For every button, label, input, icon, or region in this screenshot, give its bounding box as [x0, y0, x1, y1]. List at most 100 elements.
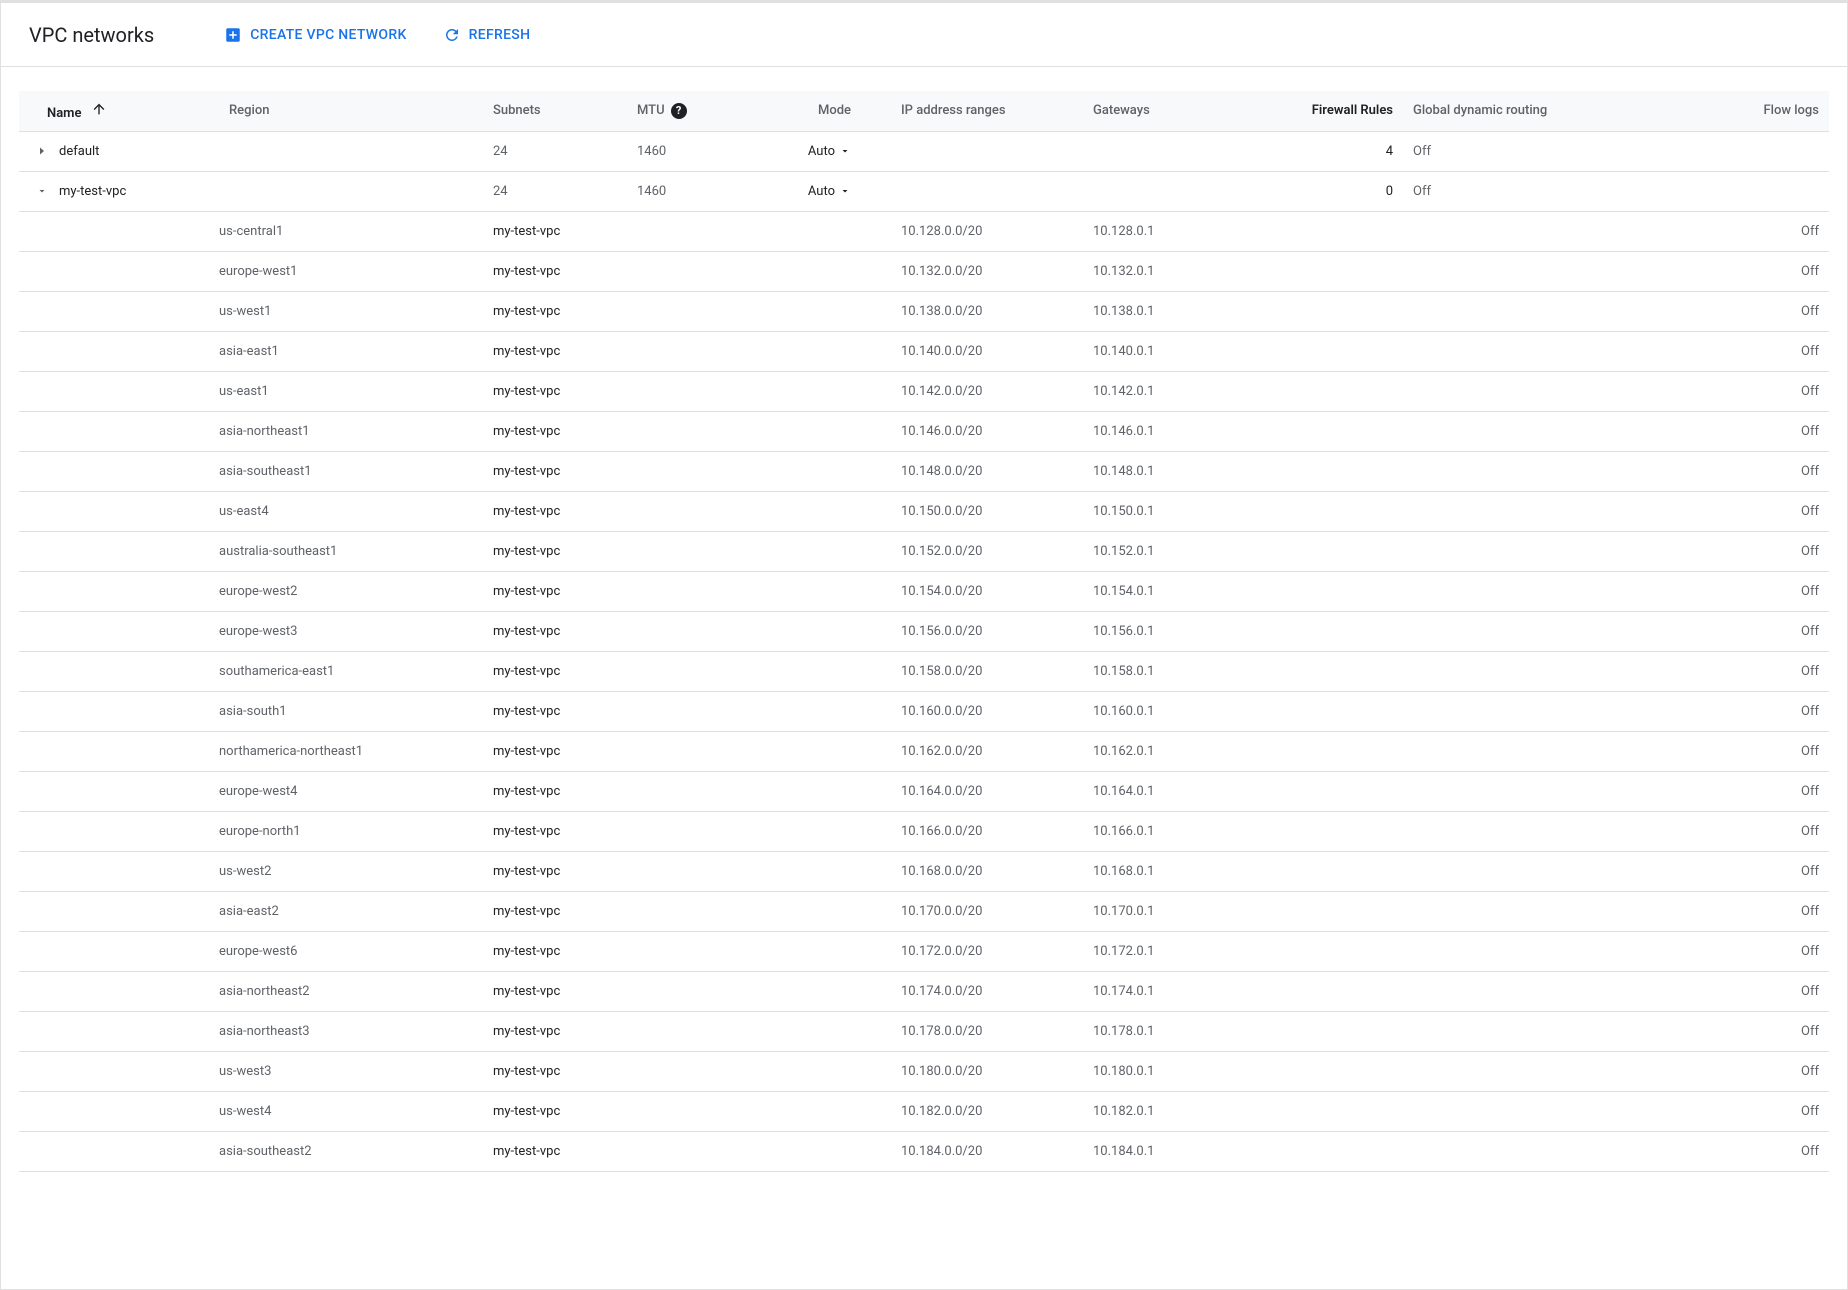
subnet-row[interactable]: australia-southeast1my-test-vpc10.152.0.… [19, 531, 1829, 571]
subnet-flow-logs: Off [1643, 251, 1829, 291]
subnet-name[interactable]: my-test-vpc [483, 1091, 627, 1131]
subnet-row[interactable]: europe-north1my-test-vpc10.166.0.0/2010.… [19, 811, 1829, 851]
subnet-name[interactable]: my-test-vpc [483, 451, 627, 491]
subnet-row[interactable]: us-west1my-test-vpc10.138.0.0/2010.138.0… [19, 291, 1829, 331]
chevron-right-icon[interactable] [33, 145, 51, 157]
column-header-flow-logs[interactable]: Flow logs [1643, 91, 1829, 131]
subnet-gateway: 10.182.0.1 [1083, 1091, 1259, 1131]
subnet-region: us-west4 [219, 1091, 483, 1131]
subnet-name[interactable]: my-test-vpc [483, 291, 627, 331]
refresh-button[interactable]: REFRESH [443, 26, 531, 44]
subnet-region: asia-northeast2 [219, 971, 483, 1011]
subnet-flow-logs: Off [1643, 771, 1829, 811]
add-box-icon [224, 26, 242, 44]
subnet-name[interactable]: my-test-vpc [483, 891, 627, 931]
subnet-gateway: 10.150.0.1 [1083, 491, 1259, 531]
subnet-name[interactable]: my-test-vpc [483, 611, 627, 651]
column-header-mtu[interactable]: MTU ? [627, 91, 763, 131]
network-row[interactable]: default241460Auto4Off [19, 131, 1829, 171]
column-header-firewall-rules[interactable]: Firewall Rules [1259, 91, 1403, 131]
subnet-flow-logs: Off [1643, 211, 1829, 251]
subnet-row[interactable]: us-east4my-test-vpc10.150.0.0/2010.150.0… [19, 491, 1829, 531]
subnet-flow-logs: Off [1643, 571, 1829, 611]
page-title: VPC networks [29, 23, 154, 47]
subnet-name[interactable]: my-test-vpc [483, 1051, 627, 1091]
subnet-name[interactable]: my-test-vpc [483, 1131, 627, 1171]
subnet-name[interactable]: my-test-vpc [483, 931, 627, 971]
subnet-region: us-east4 [219, 491, 483, 531]
subnet-name[interactable]: my-test-vpc [483, 851, 627, 891]
network-name[interactable]: default [59, 144, 99, 159]
subnet-name[interactable]: my-test-vpc [483, 531, 627, 571]
subnet-region: europe-west6 [219, 931, 483, 971]
subnet-name[interactable]: my-test-vpc [483, 691, 627, 731]
subnet-gateway: 10.156.0.1 [1083, 611, 1259, 651]
page-header: VPC networks CREATE VPC NETWORK REFRESH [1, 3, 1847, 67]
network-subnets-count: 24 [483, 131, 627, 171]
subnet-row[interactable]: asia-northeast3my-test-vpc10.178.0.0/201… [19, 1011, 1829, 1051]
column-header-ip-ranges[interactable]: IP address ranges [891, 91, 1083, 131]
column-header-gateways[interactable]: Gateways [1083, 91, 1259, 131]
create-vpc-network-button[interactable]: CREATE VPC NETWORK [224, 26, 406, 44]
create-vpc-network-label: CREATE VPC NETWORK [250, 27, 406, 43]
subnet-ip-range: 10.142.0.0/20 [891, 371, 1083, 411]
subnet-name[interactable]: my-test-vpc [483, 811, 627, 851]
subnet-row[interactable]: europe-west4my-test-vpc10.164.0.0/2010.1… [19, 771, 1829, 811]
subnet-ip-range: 10.174.0.0/20 [891, 971, 1083, 1011]
network-mode-dropdown[interactable]: Auto [808, 184, 851, 199]
subnet-name[interactable]: my-test-vpc [483, 491, 627, 531]
subnet-gateway: 10.172.0.1 [1083, 931, 1259, 971]
subnet-region: us-west3 [219, 1051, 483, 1091]
network-row[interactable]: my-test-vpc241460Auto0Off [19, 171, 1829, 211]
column-header-region[interactable]: Region [219, 91, 483, 131]
column-header-mode[interactable]: Mode [763, 91, 891, 131]
subnet-flow-logs: Off [1643, 811, 1829, 851]
subnet-row[interactable]: northamerica-northeast1my-test-vpc10.162… [19, 731, 1829, 771]
subnet-name[interactable]: my-test-vpc [483, 571, 627, 611]
subnet-region: asia-northeast3 [219, 1011, 483, 1051]
subnet-ip-range: 10.148.0.0/20 [891, 451, 1083, 491]
subnet-row[interactable]: asia-east1my-test-vpc10.140.0.0/2010.140… [19, 331, 1829, 371]
network-mode-dropdown[interactable]: Auto [808, 144, 851, 159]
subnet-name[interactable]: my-test-vpc [483, 1011, 627, 1051]
subnet-row[interactable]: europe-west2my-test-vpc10.154.0.0/2010.1… [19, 571, 1829, 611]
column-header-subnets[interactable]: Subnets [483, 91, 627, 131]
subnet-region: europe-north1 [219, 811, 483, 851]
chevron-down-icon[interactable] [33, 185, 51, 197]
subnet-gateway: 10.180.0.1 [1083, 1051, 1259, 1091]
subnet-name[interactable]: my-test-vpc [483, 251, 627, 291]
subnet-row[interactable]: asia-east2my-test-vpc10.170.0.0/2010.170… [19, 891, 1829, 931]
network-mtu: 1460 [627, 131, 763, 171]
subnet-name[interactable]: my-test-vpc [483, 971, 627, 1011]
subnet-name[interactable]: my-test-vpc [483, 771, 627, 811]
subnet-row[interactable]: europe-west6my-test-vpc10.172.0.0/2010.1… [19, 931, 1829, 971]
network-name[interactable]: my-test-vpc [59, 184, 126, 199]
refresh-icon [443, 26, 461, 44]
subnet-row[interactable]: asia-northeast2my-test-vpc10.174.0.0/201… [19, 971, 1829, 1011]
subnet-name[interactable]: my-test-vpc [483, 331, 627, 371]
subnet-name[interactable]: my-test-vpc [483, 411, 627, 451]
subnet-row[interactable]: us-west2my-test-vpc10.168.0.0/2010.168.0… [19, 851, 1829, 891]
subnet-name[interactable]: my-test-vpc [483, 211, 627, 251]
subnet-region: asia-east2 [219, 891, 483, 931]
subnet-row[interactable]: southamerica-east1my-test-vpc10.158.0.0/… [19, 651, 1829, 691]
help-icon[interactable]: ? [671, 103, 687, 119]
subnet-name[interactable]: my-test-vpc [483, 371, 627, 411]
subnet-row[interactable]: europe-west3my-test-vpc10.156.0.0/2010.1… [19, 611, 1829, 651]
subnet-row[interactable]: us-west4my-test-vpc10.182.0.0/2010.182.0… [19, 1091, 1829, 1131]
subnet-name[interactable]: my-test-vpc [483, 731, 627, 771]
subnet-ip-range: 10.178.0.0/20 [891, 1011, 1083, 1051]
subnet-name[interactable]: my-test-vpc [483, 651, 627, 691]
subnet-row[interactable]: asia-south1my-test-vpc10.160.0.0/2010.16… [19, 691, 1829, 731]
subnet-ip-range: 10.132.0.0/20 [891, 251, 1083, 291]
subnet-ip-range: 10.152.0.0/20 [891, 531, 1083, 571]
subnet-row[interactable]: us-east1my-test-vpc10.142.0.0/2010.142.0… [19, 371, 1829, 411]
subnet-row[interactable]: us-west3my-test-vpc10.180.0.0/2010.180.0… [19, 1051, 1829, 1091]
column-header-name[interactable]: Name [19, 91, 219, 131]
subnet-row[interactable]: asia-northeast1my-test-vpc10.146.0.0/201… [19, 411, 1829, 451]
subnet-row[interactable]: europe-west1my-test-vpc10.132.0.0/2010.1… [19, 251, 1829, 291]
subnet-row[interactable]: us-central1my-test-vpc10.128.0.0/2010.12… [19, 211, 1829, 251]
subnet-row[interactable]: asia-southeast2my-test-vpc10.184.0.0/201… [19, 1131, 1829, 1171]
subnet-row[interactable]: asia-southeast1my-test-vpc10.148.0.0/201… [19, 451, 1829, 491]
column-header-global-dynamic-routing[interactable]: Global dynamic routing [1403, 91, 1643, 131]
